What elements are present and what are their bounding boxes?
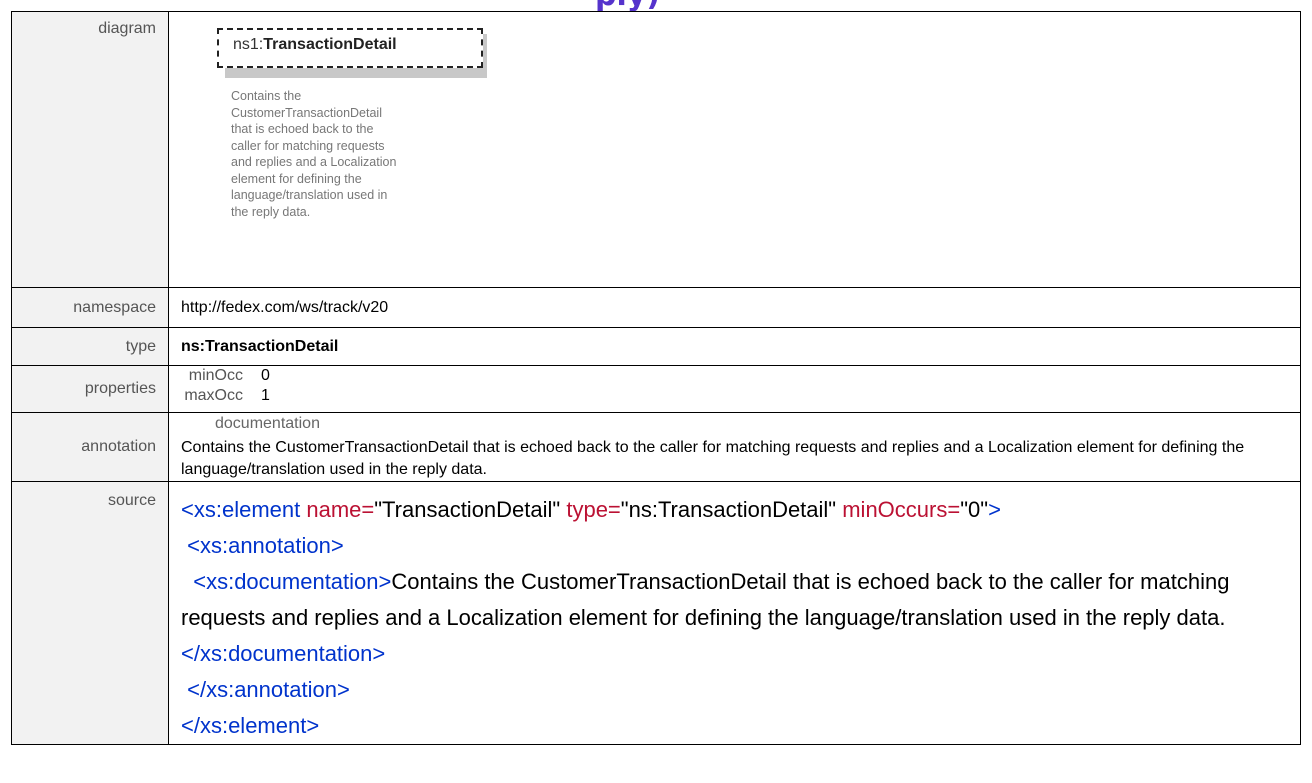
doc-line: the reply data. (231, 204, 311, 219)
row-diagram: diagram ns1:TransactionDetail Contains t… (11, 11, 1301, 288)
diagram-documentation: Contains the CustomerTransactionDetail t… (231, 88, 441, 220)
source-tag: <xs:element (181, 497, 307, 522)
doc-line: and replies and a Localization (231, 155, 397, 169)
properties-cell: minOcc 0 maxOcc 1 (168, 365, 1301, 413)
source-tag: </xs:annotation> (181, 677, 350, 702)
row-label: diagram (11, 11, 169, 288)
doc-line: caller for matching requests (231, 138, 385, 153)
row-label: annotation (11, 412, 169, 482)
element-box[interactable]: ns1:TransactionDetail (217, 28, 483, 68)
doc-line: Contains the (231, 89, 302, 103)
property-max-occurs: maxOcc 1 (181, 386, 1300, 406)
row-label: properties (11, 365, 169, 413)
type-link[interactable]: ns:TransactionDetail (168, 327, 1301, 366)
source-tag: </xs:documentation> (181, 641, 386, 666)
property-value: 0 (261, 367, 270, 384)
diagram-cell: ns1:TransactionDetail Contains the Custo… (168, 11, 1301, 288)
source-cell: <xs:element name="TransactionDetail" typ… (168, 481, 1301, 745)
source-value: "0" (960, 497, 989, 522)
row-properties: properties minOcc 0 maxOcc 1 (11, 365, 1301, 413)
row-source: source <xs:element name="TransactionDeta… (11, 481, 1301, 745)
doc-line: CustomerTransactionDetail (231, 105, 382, 120)
source-value: "ns:TransactionDetail" (620, 497, 843, 522)
element-diagram: ns1:TransactionDetail Contains the Custo… (181, 12, 1300, 279)
property-value: 1 (261, 387, 270, 404)
element-namespace-prefix: ns1: (233, 36, 264, 53)
source-tag: <xs:annotation> (181, 533, 344, 558)
annotation-key: documentation (215, 415, 320, 432)
source-attr-name: minOccurs= (842, 497, 961, 522)
annotation-cell: documentation Contains the CustomerTrans… (168, 412, 1301, 482)
namespace-value: http://fedex.com/ws/track/v20 (168, 287, 1301, 328)
row-label: namespace (11, 287, 169, 328)
source-value: "TransactionDetail" (374, 497, 567, 522)
row-namespace: namespace http://fedex.com/ws/track/v20 (11, 287, 1301, 328)
source-attr-name: type= (566, 497, 621, 522)
source-attr-name: name= (306, 497, 375, 522)
doc-line: language/translation used in (231, 188, 388, 202)
row-annotation: annotation documentation Contains the Cu… (11, 412, 1301, 482)
source-tag: <xs:documentation> (181, 569, 392, 594)
source-tag: </xs:element> (181, 713, 320, 738)
source-code: <xs:element name="TransactionDetail" typ… (181, 482, 1300, 744)
row-type: type ns:TransactionDetail (11, 327, 1301, 366)
annotation-text: Contains the CustomerTransactionDetail t… (181, 439, 1245, 478)
property-key: maxOcc (184, 387, 243, 404)
row-label: type (11, 327, 169, 366)
doc-line: that is echoed back to the (231, 122, 374, 136)
property-min-occurs: minOcc 0 (181, 366, 1300, 386)
element-name: TransactionDetail (263, 36, 397, 53)
row-label: source (11, 481, 169, 745)
element-properties-table: diagram ns1:TransactionDetail Contains t… (11, 11, 1301, 745)
doc-line: element for defining the (231, 171, 362, 186)
source-tag: > (988, 497, 1001, 522)
property-key: minOcc (188, 367, 243, 384)
